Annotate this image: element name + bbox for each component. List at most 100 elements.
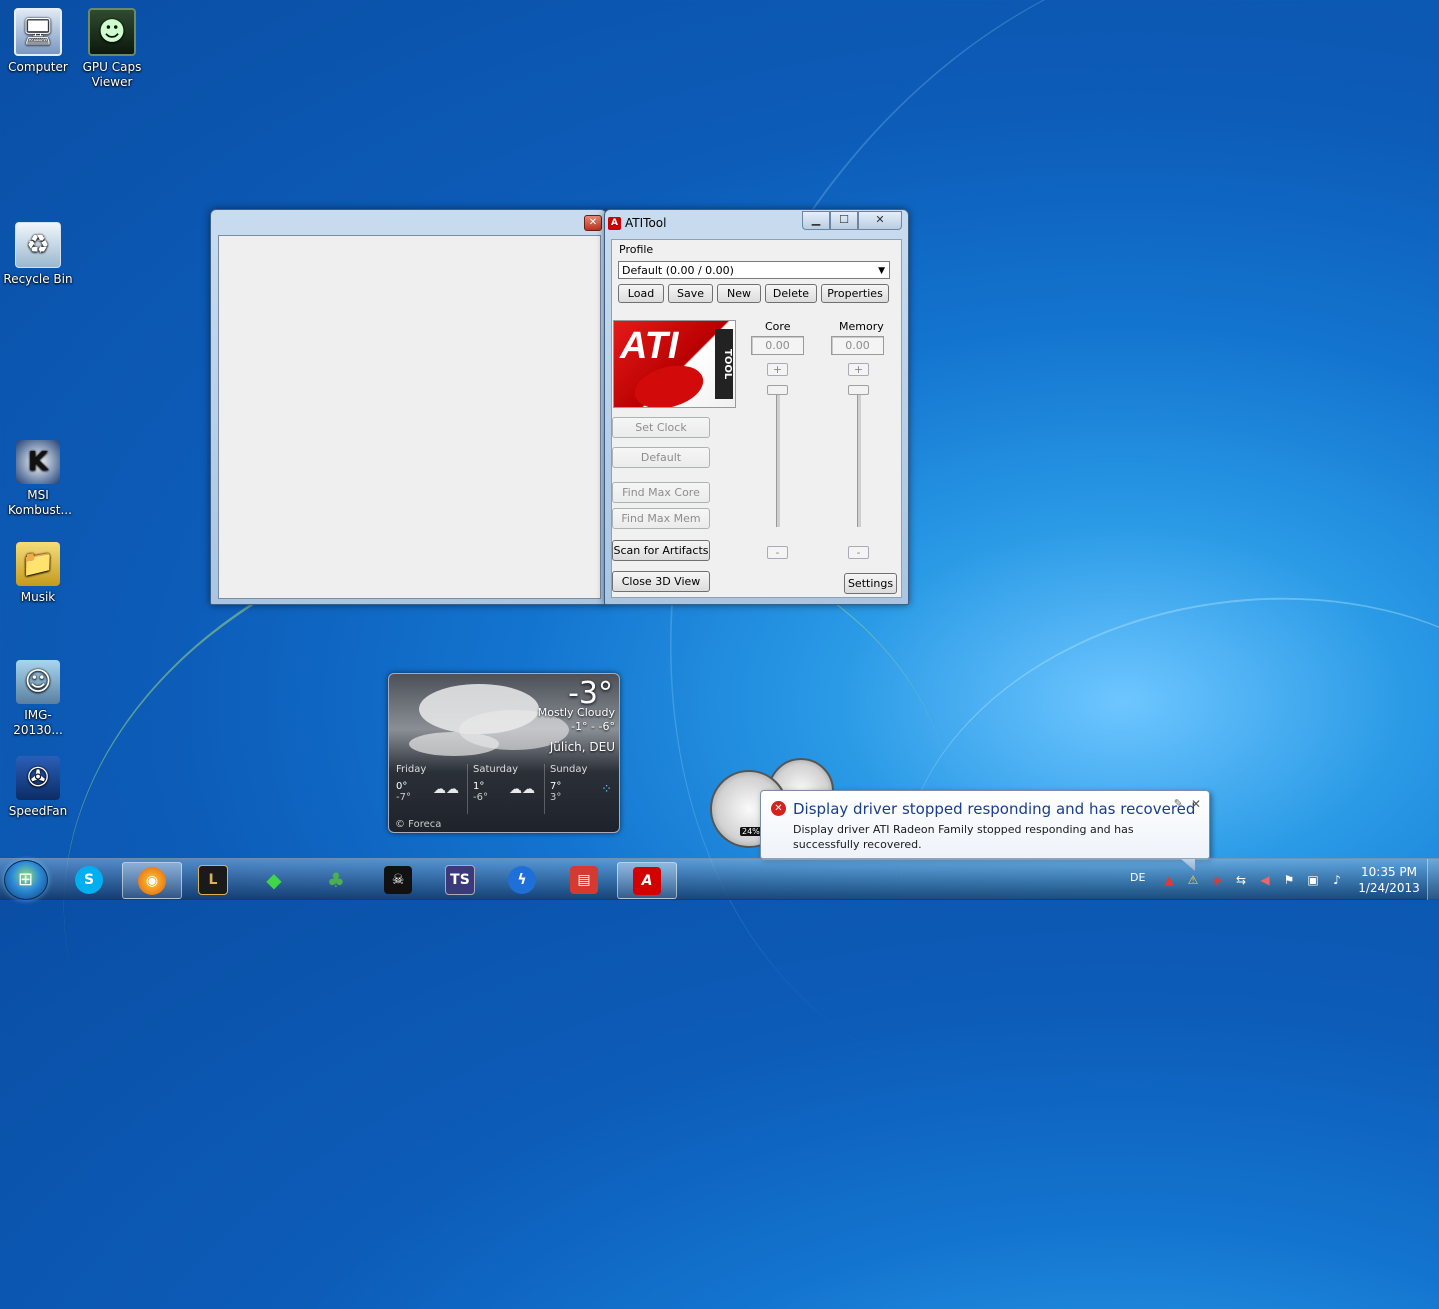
close-3d-view-button[interactable]: Close 3D View <box>612 571 710 592</box>
clock-date: 1/24/2013 <box>1358 881 1420 895</box>
desktop-icon-musik[interactable]: 📁 Musik <box>0 542 76 605</box>
minimize-button[interactable]: ▁ <box>802 211 830 230</box>
memory-slider-thumb[interactable] <box>848 385 869 395</box>
league-of-legends-icon: L <box>198 864 228 895</box>
core-clock-field[interactable]: 0.00 <box>751 336 804 355</box>
antivirus-icon[interactable]: ◈ <box>1209 872 1225 888</box>
computer-icon: 🖥 <box>14 8 62 56</box>
ati-tool-logo: ATI TOOL <box>613 320 736 408</box>
taskbar-app-sims[interactable]: ◆ <box>245 862 303 897</box>
network-adapter-icon[interactable]: ⇆ <box>1233 872 1249 888</box>
memory-label: Memory <box>839 320 884 333</box>
memory-slider-track <box>857 387 861 527</box>
notification-balloon[interactable]: ✕ Display driver stopped responding and … <box>760 790 1210 871</box>
desktop-icon-gpu-caps[interactable]: ☻ GPU Caps Viewer <box>74 8 150 90</box>
taskbar-app-lightning[interactable]: ϟ <box>493 862 551 897</box>
forecast-day-name: Saturday <box>473 764 519 775</box>
msi-kombustor-icon: K <box>16 440 60 484</box>
cpu-percent: 24% <box>740 827 762 836</box>
close-icon[interactable]: ✕ <box>584 215 602 231</box>
taskbar-app-league[interactable]: L <box>184 862 242 897</box>
rain-icon: ⁘ <box>601 782 612 797</box>
scan-artifacts-button[interactable]: Scan for Artifacts <box>612 540 710 561</box>
set-clock-button[interactable]: Set Clock <box>612 417 710 438</box>
settings-button[interactable]: Settings <box>844 573 897 594</box>
profile-select[interactable]: Default (0.00 / 0.00) ▼ <box>618 261 890 279</box>
memory-clock-field[interactable]: 0.00 <box>831 336 884 355</box>
default-button[interactable]: Default <box>612 447 710 468</box>
weather-range: -1° - -6° <box>571 720 615 733</box>
memory-increase-button[interactable]: + <box>848 363 869 376</box>
language-indicator[interactable]: DE <box>1130 871 1145 884</box>
wallpaper-streak <box>488 0 1439 1255</box>
taskbar-app-atitool[interactable]: A <box>617 862 677 899</box>
close-icon[interactable]: ✕ <box>1191 797 1201 811</box>
sims-icon: ◆ <box>266 867 282 892</box>
save-button[interactable]: Save <box>668 284 713 303</box>
desktop-icon-label: Computer <box>8 60 68 74</box>
forecast-day: Friday 0° -7° ☁☁ <box>391 764 465 814</box>
desktop-icon-computer[interactable]: 🖥 Computer <box>0 8 76 75</box>
taskbar-app-tree[interactable]: ♣ <box>307 862 365 897</box>
window-client-area <box>218 235 601 599</box>
desktop-icon-label: MSI Kombust... <box>8 488 72 517</box>
desktop-icon-msi-kombustor[interactable]: K MSI Kombust... <box>0 440 76 518</box>
properties-button[interactable]: Properties <box>821 284 889 303</box>
warning-icon[interactable]: ⚠ <box>1185 872 1201 888</box>
find-max-mem-button[interactable]: Find Max Mem <box>612 508 710 529</box>
media-app-icon: ▤ <box>570 865 598 894</box>
delete-button[interactable]: Delete <box>765 284 817 303</box>
taskbar-app-skype[interactable]: S <box>60 862 118 897</box>
chevron-down-icon: ▼ <box>878 266 885 276</box>
start-button[interactable]: ⊞ <box>4 860 48 900</box>
maximize-button[interactable]: ☐ <box>830 211 858 230</box>
skype-icon: S <box>75 865 103 894</box>
core-label: Core <box>765 320 791 333</box>
speaker-muted-icon[interactable]: ◀ <box>1257 872 1273 888</box>
taskbar-app-skull[interactable]: ☠ <box>369 862 427 897</box>
clock-time: 10:35 PM <box>1361 865 1417 879</box>
flag-icon[interactable]: ⚑ <box>1281 872 1297 888</box>
weather-city: Jülich, DEU <box>549 740 615 754</box>
desktop-icon-recycle-bin[interactable]: ♻ Recycle Bin <box>0 222 76 287</box>
desktop-icon-label: Musik <box>20 590 56 604</box>
core-decrease-button[interactable]: - <box>767 546 788 559</box>
volume-icon[interactable]: ♪ <box>1329 872 1345 888</box>
desktop-icon-speedfan[interactable]: ✇ SpeedFan <box>0 756 76 819</box>
notification-message: Display driver ATI Radeon Family stopped… <box>793 823 1134 851</box>
find-max-core-button[interactable]: Find Max Core <box>612 482 710 503</box>
network-icon[interactable]: ▣ <box>1305 872 1321 888</box>
taskbar-app-teamspeak[interactable]: TS <box>431 862 489 897</box>
window-title: ATITool <box>625 216 667 230</box>
error-icon: ✕ <box>771 801 786 816</box>
close-button[interactable]: ✕ <box>858 211 902 230</box>
profile-select-value: Default (0.00 / 0.00) <box>622 264 734 277</box>
taskbar-app-firefox[interactable]: ◉ <box>122 862 182 899</box>
taskbar-clock[interactable]: 10:35 PM 1/24/2013 <box>1350 864 1428 896</box>
windows-logo-icon: ⊞ <box>18 869 34 890</box>
folder-icon: 📁 <box>16 542 60 586</box>
skull-app-icon: ☠ <box>384 865 412 894</box>
core-increase-button[interactable]: + <box>767 363 788 376</box>
teamspeak-icon: TS <box>445 864 475 895</box>
taskbar-app-media[interactable]: ▤ <box>555 862 613 897</box>
desktop-icon-label: Recycle Bin <box>3 272 73 286</box>
atitool-client: Profile Default (0.00 / 0.00) ▼ Load Sav… <box>611 239 902 598</box>
core-slider-thumb[interactable] <box>767 385 788 395</box>
atitool-window[interactable]: A ATITool ▁ ☐ ✕ Profile Default (0.00 / … <box>604 209 909 605</box>
cloud-icon: ☁☁ <box>509 782 535 797</box>
firefox-icon: ◉ <box>138 866 166 895</box>
new-button[interactable]: New <box>717 284 761 303</box>
options-icon[interactable]: ✎ <box>1174 797 1183 810</box>
show-desktop-button[interactable] <box>1427 859 1439 900</box>
load-button[interactable]: Load <box>618 284 664 303</box>
core-slider-track <box>776 387 780 527</box>
recycle-bin-icon: ♻ <box>15 222 61 268</box>
desktop-icon-photo[interactable]: ☺ IMG-20130... <box>0 660 76 738</box>
weather-gadget[interactable]: -3° Mostly Cloudy -1° - -6° Jülich, DEU … <box>388 673 620 833</box>
memory-decrease-button[interactable]: - <box>848 546 869 559</box>
blank-3d-window[interactable]: ✕ <box>210 209 607 605</box>
atitool-tray-icon[interactable]: ▲ <box>1161 872 1177 888</box>
speedfan-icon: ✇ <box>16 756 60 800</box>
weather-condition: Mostly Cloudy <box>537 706 615 719</box>
